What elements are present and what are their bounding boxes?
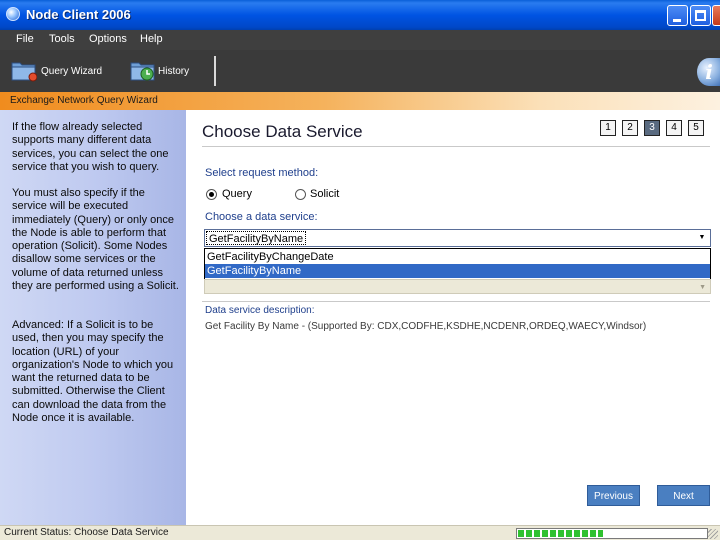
previous-button[interactable]: Previous [587, 485, 640, 506]
solicit-radio[interactable] [295, 189, 306, 200]
data-service-label: Choose a data service: [205, 211, 318, 223]
status-bar: Current Status: Choose Data Service [0, 525, 720, 540]
history-button[interactable]: History [130, 58, 210, 84]
disabled-select: ▼ [204, 279, 711, 294]
toolbar: Query Wizard History [0, 50, 720, 92]
info-icon[interactable]: i [697, 58, 720, 86]
page-title: Choose Data Service [202, 122, 363, 141]
help-paragraph: If the flow already selected supports ma… [12, 121, 169, 173]
folder-clock-icon [130, 62, 155, 81]
folder-wand-icon [11, 62, 37, 82]
step-2[interactable]: 2 [622, 120, 638, 136]
request-method-label: Select request method: [205, 167, 319, 179]
menu-tools[interactable]: Tools [49, 33, 75, 45]
query-radio-label[interactable]: Query [222, 188, 252, 200]
maximize-button[interactable] [690, 5, 711, 26]
query-radio[interactable] [206, 189, 217, 200]
progress-bar [516, 528, 708, 539]
description-text: Get Facility By Name - (Supported By: CD… [205, 321, 647, 332]
menu-file[interactable]: File [16, 33, 34, 45]
status-text: Current Status: Choose Data Service [4, 527, 169, 538]
maximize-icon [695, 10, 706, 21]
wizard-header-title: Exchange Network Query Wizard [10, 95, 158, 106]
data-service-select[interactable]: GetFacilityByName ▼ [204, 229, 711, 247]
query-wizard-label: Query Wizard [41, 66, 103, 77]
menu-options[interactable]: Options [89, 33, 127, 45]
menu-help[interactable]: Help [140, 33, 163, 45]
divider [202, 301, 710, 302]
resize-grip-icon[interactable] [708, 529, 718, 539]
minimize-icon [673, 19, 681, 22]
step-3[interactable]: 3 [644, 120, 660, 136]
app-icon [6, 7, 20, 21]
step-5[interactable]: 5 [688, 120, 704, 136]
next-button[interactable]: Next [657, 485, 710, 506]
menu-bar: File Tools Options Help [0, 30, 720, 50]
help-panel: If the flow already selected supports ma… [0, 110, 186, 525]
title-bar[interactable]: Node Client 2006 [0, 0, 720, 30]
main-panel: Choose Data Service 1 2 3 4 5 Select req… [186, 110, 720, 525]
dropdown-arrow-icon[interactable]: ▼ [694, 230, 710, 246]
toolbar-separator [214, 56, 216, 86]
data-service-value: GetFacilityByName [206, 231, 307, 245]
step-1[interactable]: 1 [600, 120, 616, 136]
solicit-radio-label[interactable]: Solicit [310, 188, 339, 200]
history-label: History [158, 66, 190, 77]
divider [202, 146, 710, 147]
help-paragraph: You must also specify if the service wil… [12, 187, 179, 293]
window-title: Node Client 2006 [26, 7, 131, 22]
description-label: Data service description: [205, 305, 315, 316]
dropdown-option-selected[interactable]: GetFacilityByName [205, 264, 710, 278]
wizard-header: Exchange Network Query Wizard [0, 92, 720, 110]
data-service-dropdown: GetFacilityByChangeDate GetFacilityByNam… [204, 248, 711, 280]
help-paragraph: Advanced: If a Solicit is to be used, th… [12, 319, 174, 425]
progress-fill [518, 530, 603, 537]
dropdown-option[interactable]: GetFacilityByChangeDate [205, 250, 710, 264]
step-4[interactable]: 4 [666, 120, 682, 136]
close-button[interactable] [712, 5, 720, 26]
disabled-arrow-icon: ▼ [699, 284, 706, 291]
minimize-button[interactable] [667, 5, 688, 26]
query-wizard-button[interactable]: Query Wizard [11, 58, 111, 84]
